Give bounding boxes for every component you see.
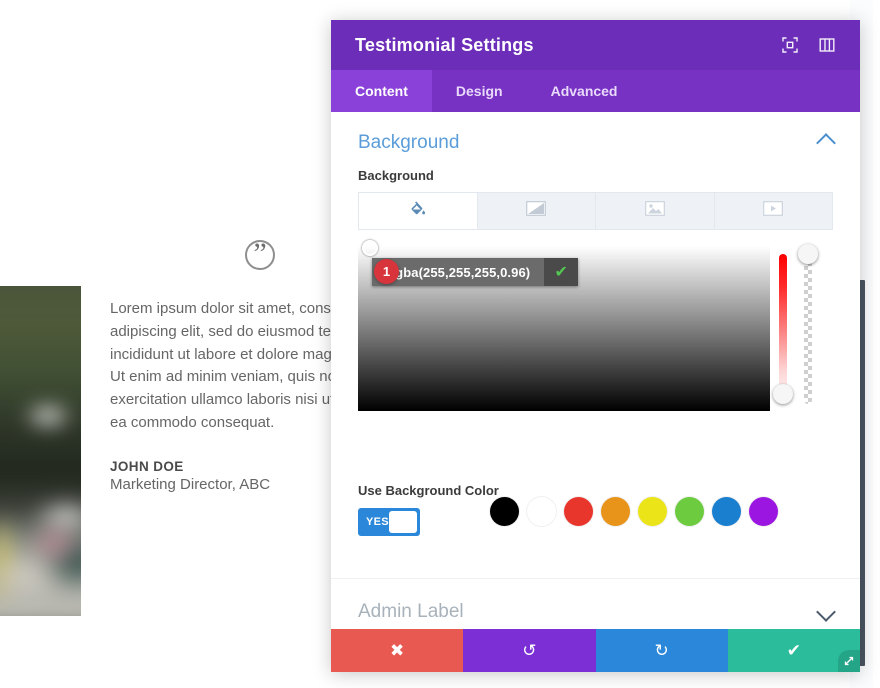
color-picker: 1 rgba(255,255,255,0.96) ✔ [358,240,833,411]
cancel-button[interactable]: ✖ [331,629,464,672]
background-color-tab[interactable] [359,193,478,229]
redo-icon: ↻ [654,640,669,660]
modal-header-actions [780,36,836,55]
background-field-label: Background [358,168,434,183]
alpha-track[interactable] [804,254,812,404]
tab-advanced[interactable]: Advanced [527,70,642,112]
paint-bucket-icon [409,200,426,222]
background-video-tab[interactable] [715,193,833,229]
color-value-tooltip: rgba(255,255,255,0.96) ✔ [372,258,579,286]
color-swatches [385,497,797,526]
screenshot-root: Lorem ipsum dolor sit amet, consectetur … [0,0,880,688]
undo-icon: ↺ [522,640,537,660]
saturation-cursor[interactable] [362,240,378,256]
image-icon [644,201,665,221]
use-background-color-toggle[interactable]: YES [358,508,420,536]
modal-footer: ✖ ↺ ↻ ✔ [331,629,860,672]
admin-label-title: Admin Label [358,601,464,622]
swatch-red[interactable] [564,497,593,526]
alpha-slider[interactable] [798,244,818,411]
fullscreen-icon[interactable] [780,36,799,55]
swatch-white[interactable] [527,497,556,526]
gradient-icon [526,201,547,221]
swatch-orange[interactable] [601,497,630,526]
modal-header: Testimonial Settings [331,20,860,70]
swatch-green[interactable] [675,497,704,526]
background-section-header[interactable]: Background [331,112,860,168]
testimonial-settings-modal: Testimonial Settings Content Design Adva… [331,20,860,672]
chevron-up-icon[interactable] [816,133,836,153]
check-icon[interactable]: ✔ [544,258,579,286]
close-icon: ✖ [390,640,405,660]
swatch-yellow[interactable] [638,497,667,526]
background-gradient-tab[interactable] [478,193,596,229]
toggle-value: YES [366,516,389,528]
swatch-purple[interactable] [749,497,778,526]
photo-overlay [0,286,81,616]
layout-icon[interactable] [817,36,836,55]
toggle-knob [389,511,417,533]
hue-slider-handle[interactable] [773,384,793,404]
modal-body: Background Background 1 rgba(255,255,255… [331,112,860,629]
background-image-tab[interactable] [596,193,715,229]
hue-track[interactable] [779,254,787,404]
step-badge: 1 [374,259,399,284]
quote-mark-icon [245,240,275,270]
hue-slider[interactable] [773,246,793,411]
tab-content[interactable]: Content [331,70,432,112]
modal-title: Testimonial Settings [355,34,534,55]
tab-design[interactable]: Design [432,70,527,112]
chevron-down-icon[interactable] [816,602,836,622]
redo-button[interactable]: ↻ [595,629,728,672]
resize-handle-icon[interactable] [838,650,860,672]
modal-tabs: Content Design Advanced [331,70,860,112]
admin-label-section-header[interactable]: Admin Label [331,579,860,629]
alpha-slider-handle[interactable] [798,244,818,264]
swatch-blue[interactable] [712,497,741,526]
undo-button[interactable]: ↺ [463,629,596,672]
background-type-tabs [358,192,833,230]
check-icon: ✔ [786,640,801,660]
video-icon [763,201,784,221]
background-section-title: Background [358,132,460,153]
use-background-color-label: Use Background Color [358,483,499,498]
swatch-black[interactable] [490,497,519,526]
testimonial-photo [0,286,81,616]
